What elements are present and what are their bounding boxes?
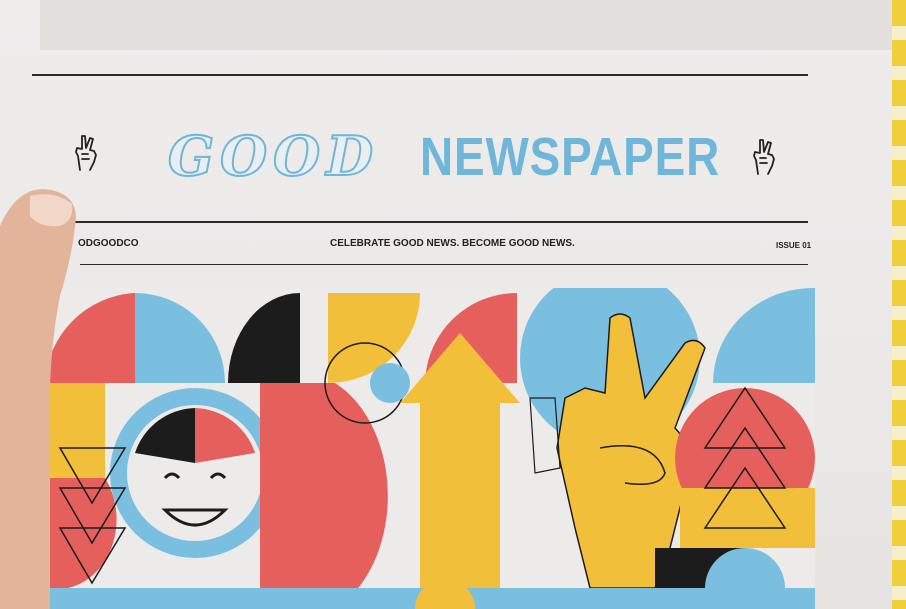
back-page-edge xyxy=(40,0,892,50)
issue-number: ISSUE 01 xyxy=(776,241,812,250)
newspaper-photo: GOOD NEWSPAPER ODGOODCO CELEBRATE GOOD N… xyxy=(0,0,906,609)
hand-holding-paper xyxy=(0,189,76,609)
top-rule xyxy=(32,74,808,76)
masthead-title-good: GOOD xyxy=(167,123,380,189)
strap-lower-rule xyxy=(80,264,808,265)
masthead-lower-rule xyxy=(74,221,808,223)
tagline: CELEBRATE GOOD NEWS. BECOME GOOD NEWS. xyxy=(330,238,575,249)
geometric-illustration xyxy=(45,288,815,609)
peace-hand-icon-right xyxy=(753,139,775,175)
peace-hand-icon-left xyxy=(75,135,97,171)
masthead-title-newspaper: NEWSPAPER xyxy=(420,127,721,187)
